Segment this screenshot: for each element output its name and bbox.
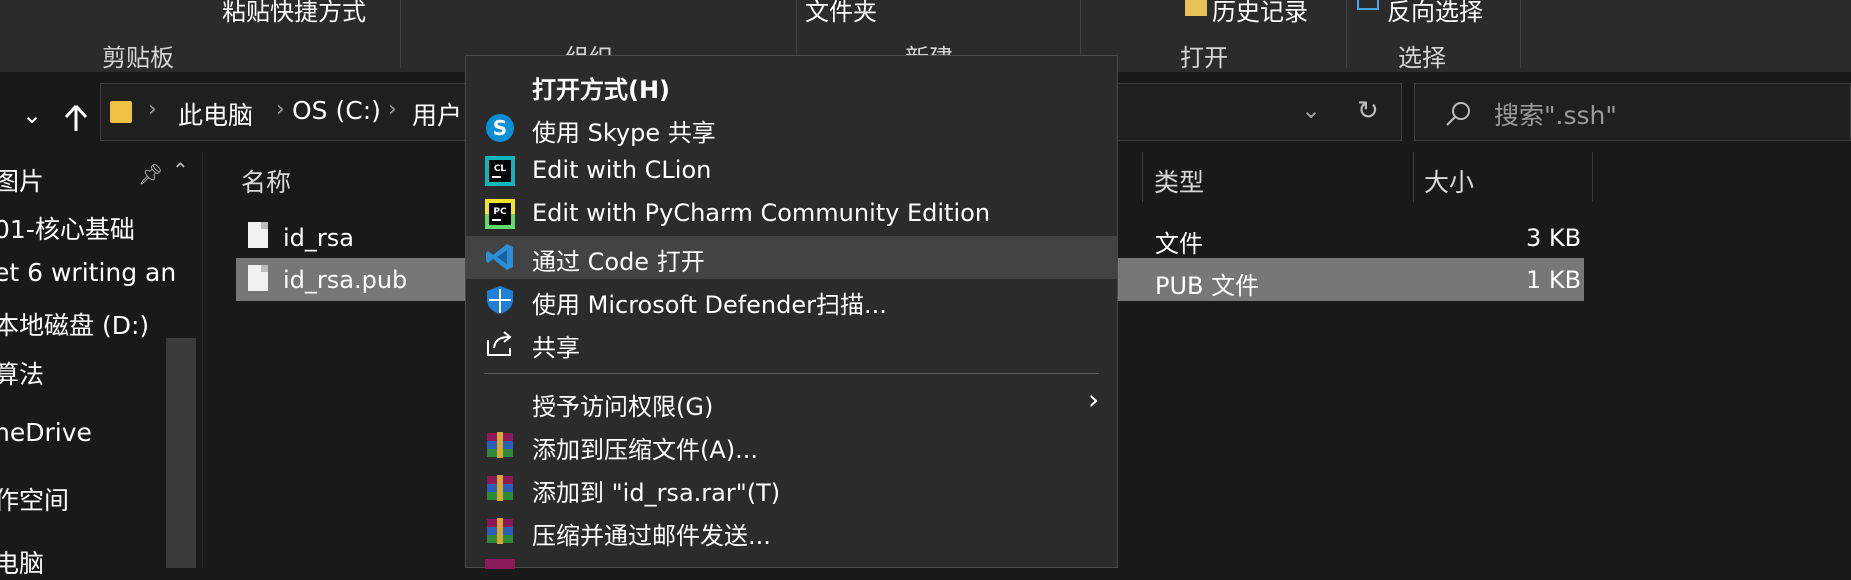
- search-box[interactable]: [1414, 83, 1851, 141]
- menu-item-open-with[interactable]: 打开方式(H): [466, 64, 1117, 107]
- breadcrumb-users[interactable]: 用户: [412, 96, 462, 132]
- menu-item-label: 添加到压缩文件(A)...: [532, 436, 759, 464]
- svg-text:PC: PC: [493, 207, 507, 217]
- nav-item-onedrive[interactable]: neDrive: [0, 418, 92, 447]
- menu-item-label: 打开方式(H): [532, 76, 671, 104]
- file-type: 文件: [1155, 230, 1203, 258]
- menu-item-label: 压缩并通过邮件发送...: [532, 522, 771, 550]
- group-clipboard-label: 剪贴板: [102, 44, 174, 72]
- search-icon: [1446, 102, 1470, 126]
- winrar-icon: [487, 518, 513, 544]
- pycharm-icon: PC: [485, 199, 515, 229]
- menu-item-label: 使用 Skype 共享: [532, 119, 716, 147]
- menu-item-open-with-code[interactable]: 通过 Code 打开: [466, 236, 1117, 279]
- history-icon: [1185, 0, 1207, 16]
- file-size: 1 KB: [1526, 266, 1582, 294]
- menu-item-compress-and-email[interactable]: 压缩并通过邮件发送...: [466, 510, 1117, 553]
- nav-item-pictures[interactable]: 图片: [0, 162, 44, 198]
- breadcrumb-os-c[interactable]: OS (C:): [292, 96, 381, 125]
- menu-item-pycharm[interactable]: PC Edit with PyCharm Community Edition: [466, 193, 1117, 236]
- menu-item-label: 添加到 "id_rsa.rar"(T): [532, 479, 781, 507]
- menu-item-share[interactable]: 共享: [466, 322, 1117, 365]
- pane-divider: [202, 152, 203, 568]
- nav-item-core-basics[interactable]: 01-核心基础: [0, 210, 135, 246]
- file-icon: [248, 265, 268, 291]
- paste-shortcut-button[interactable]: 粘贴快捷方式: [222, 0, 366, 27]
- file-name[interactable]: id_rsa: [283, 224, 354, 252]
- file-name[interactable]: id_rsa.pub: [283, 266, 407, 294]
- history-button[interactable]: 历史记录: [1212, 0, 1308, 27]
- menu-item-give-access[interactable]: 授予访问权限(G) ›: [466, 381, 1117, 424]
- recent-locations-chevron-icon[interactable]: ⌄: [22, 101, 42, 129]
- nav-item-algorithms[interactable]: 算法: [0, 355, 44, 391]
- column-size-header[interactable]: 大小: [1424, 163, 1474, 199]
- refresh-icon[interactable]: ↻: [1357, 96, 1379, 126]
- submenu-chevron-icon: ›: [1088, 383, 1100, 416]
- up-arrow-icon[interactable]: [64, 104, 88, 132]
- vscode-icon: [486, 244, 513, 270]
- collapse-icon[interactable]: ⌃: [172, 158, 189, 182]
- search-input[interactable]: 搜索".ssh": [1494, 96, 1617, 132]
- menu-item-label: Edit with PyCharm Community Edition: [532, 199, 991, 227]
- skype-icon: S: [486, 114, 514, 142]
- invert-selection-icon: [1357, 0, 1379, 10]
- menu-item-label: 共享: [532, 334, 580, 362]
- share-icon: [487, 331, 512, 356]
- group-open-label: 打开: [1180, 44, 1228, 72]
- winrar-icon: [487, 432, 513, 458]
- menu-separator: [484, 373, 1099, 374]
- ribbon-separator: [400, 0, 401, 68]
- nav-item-this-pc[interactable]: 电脑: [0, 544, 44, 580]
- winrar-icon: [487, 475, 513, 501]
- invert-selection-button[interactable]: 反向选择: [1387, 0, 1483, 27]
- group-select-label: 选择: [1398, 44, 1446, 72]
- new-folder-button[interactable]: 文件夹: [805, 0, 877, 27]
- menu-item-skype-share[interactable]: S 使用 Skype 共享: [466, 107, 1117, 150]
- column-type-header[interactable]: 类型: [1154, 163, 1204, 199]
- file-type: PUB 文件: [1155, 272, 1260, 300]
- folder-icon: [110, 101, 132, 123]
- address-dropdown-icon[interactable]: ⌄: [1301, 96, 1321, 124]
- menu-item-add-to-rar[interactable]: 添加到 "id_rsa.rar"(T): [466, 467, 1117, 510]
- column-separator[interactable]: [1142, 152, 1143, 202]
- clion-icon: CL: [485, 156, 515, 186]
- nav-item-local-disk-d[interactable]: 本地磁盘 (D:): [0, 306, 149, 342]
- column-name-header[interactable]: 名称: [241, 163, 291, 199]
- menu-item-label: Edit with CLion: [532, 156, 712, 184]
- menu-item-label: 授予访问权限(G): [532, 393, 714, 421]
- svg-text:S: S: [493, 116, 507, 140]
- svg-text:CL: CL: [494, 164, 507, 174]
- menu-item-defender-scan[interactable]: 使用 Microsoft Defender扫描...: [466, 279, 1117, 322]
- menu-item-clion[interactable]: CL Edit with CLion: [466, 150, 1117, 193]
- ribbon-separator: [1346, 0, 1347, 68]
- nav-scrollbar[interactable]: [166, 338, 196, 568]
- defender-icon: [487, 286, 513, 314]
- nav-item-writing[interactable]: et 6 writing an: [0, 258, 176, 287]
- file-icon: [248, 222, 268, 248]
- breadcrumb-separator: ›: [148, 97, 157, 122]
- breadcrumb-this-pc[interactable]: 此电脑: [178, 96, 253, 132]
- menu-item-label: 使用 Microsoft Defender扫描...: [532, 291, 887, 319]
- menu-item-label: 通过 Code 打开: [532, 248, 705, 276]
- column-separator[interactable]: [1413, 152, 1414, 202]
- pin-icon: 📌︎: [138, 162, 164, 186]
- ribbon-separator: [1520, 0, 1521, 68]
- nav-item-workspace[interactable]: 作空间: [0, 481, 69, 517]
- context-menu: 打开方式(H) S 使用 Skype 共享 CL Edit with CLion…: [465, 55, 1118, 569]
- breadcrumb-separator: ›: [388, 97, 397, 122]
- column-separator[interactable]: [1592, 152, 1593, 202]
- menu-item-add-to-archive[interactable]: 添加到压缩文件(A)...: [466, 424, 1117, 467]
- breadcrumb-separator: ›: [276, 97, 285, 122]
- file-size: 3 KB: [1526, 224, 1582, 252]
